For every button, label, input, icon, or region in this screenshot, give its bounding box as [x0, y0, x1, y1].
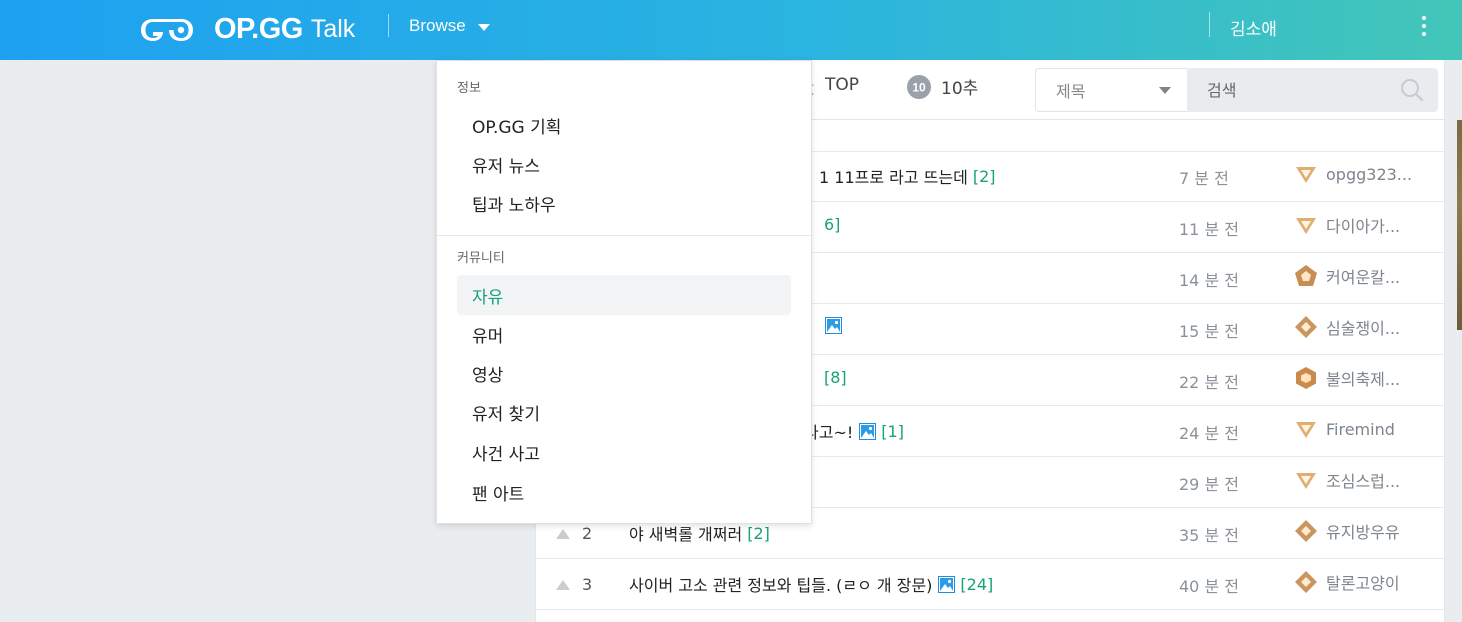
vote-count: 3 [582, 575, 593, 594]
upvote-arrow-icon [556, 528, 570, 539]
comment-count: [8] [824, 368, 847, 387]
browse-label: Browse [409, 16, 466, 35]
more-options-icon[interactable] [1414, 16, 1434, 36]
image-attachment-icon [938, 575, 956, 593]
top-header: OP.GG Talk Browse 김소애 [0, 0, 1462, 60]
comment-count: [2] [747, 523, 770, 543]
tier-badge-icon [1294, 315, 1318, 339]
post-row[interactable]: 3 사이버 고소 관련 정보와 팁들. (ㄹㅇ 개 장문) [24] 40 분 전 탈론… [536, 559, 1444, 610]
menu-item-tips[interactable]: 팁과 노하우 [457, 183, 791, 223]
tier-badge-icon [1294, 570, 1318, 594]
post-title-link[interactable] [819, 317, 847, 334]
chevron-down-icon [1159, 87, 1171, 94]
tab-top-label: TOP [825, 75, 860, 95]
post-author[interactable]: opgg323... [1294, 162, 1412, 186]
header-divider-right [1209, 12, 1210, 37]
logo-product-text: Talk [310, 15, 356, 43]
post-time: 15 분 전 [1179, 322, 1239, 341]
browse-dropdown-menu: 정보 OP.GG 기획 유저 뉴스 팁과 노하우 커뮤니티 자유 유머 영상 유… [436, 60, 812, 524]
post-author[interactable]: 유지방우유 [1294, 519, 1400, 543]
upvote-arrow-icon [556, 579, 570, 590]
search-type-select[interactable]: 제목 [1035, 68, 1187, 112]
vote-count: 2 [582, 524, 593, 543]
menu-item-free[interactable]: 자유 [457, 275, 791, 315]
author-name: 심술쟁이... [1326, 319, 1401, 338]
chevron-down-icon [477, 23, 490, 31]
svg-text:10: 10 [912, 80, 926, 94]
post-title-link[interactable]: [8] [819, 368, 847, 387]
search-input[interactable] [1207, 80, 1387, 100]
menu-item-user-news[interactable]: 유저 뉴스 [457, 144, 791, 184]
menu-section-community: 커뮤니티 [457, 251, 505, 266]
post-time: 22 분 전 [1179, 373, 1239, 392]
author-name: Firemind [1326, 419, 1395, 439]
search-icon[interactable] [1400, 78, 1424, 106]
tier-badge-icon [1294, 417, 1318, 441]
header-divider [388, 14, 389, 37]
post-time: 40 분 전 [1179, 577, 1239, 596]
post-author[interactable]: 커여운칼... [1294, 264, 1400, 288]
post-title-text: 1 11프로 라고 뜨는데 [819, 168, 968, 187]
post-title-link[interactable]: 라고~! [1] [804, 419, 904, 443]
post-time: 11 분 전 [1179, 220, 1239, 239]
tier-badge-icon [1294, 468, 1318, 492]
author-name: 유지방우유 [1326, 523, 1400, 542]
author-name: 조심스럽... [1326, 472, 1401, 491]
post-author[interactable]: 다이아가... [1294, 213, 1400, 237]
user-name[interactable]: 김소애 [1230, 15, 1277, 40]
tab-ten-recommend[interactable]: 10 10추 [907, 74, 978, 99]
post-title-link[interactable]: 야 새벽롤 개쩌러 [2] [629, 521, 770, 545]
tier-badge-icon [1294, 213, 1318, 237]
side-banner-image [1457, 120, 1462, 330]
opgg-talk-logo[interactable]: OP.GG Talk [138, 13, 355, 46]
menu-item-fan-art[interactable]: 팬 아트 [457, 472, 791, 512]
post-time: 14 분 전 [1179, 271, 1239, 290]
search-box [1187, 68, 1438, 112]
comment-count: [2] [972, 166, 996, 186]
post-time: 24 분 전 [1179, 424, 1239, 443]
post-author[interactable]: Firemind [1294, 417, 1395, 441]
comment-count: 6] [824, 215, 841, 234]
post-author[interactable]: 심술쟁이... [1294, 315, 1400, 339]
post-time: 35 분 전 [1179, 526, 1239, 545]
tab-ten-recommend-label: 10추 [941, 79, 979, 99]
image-attachment-icon [859, 422, 877, 440]
image-attachment-icon [825, 317, 842, 334]
author-name: opgg323... [1326, 164, 1413, 184]
comment-count: [24] [960, 574, 994, 594]
post-time: 7 분 전 [1179, 169, 1229, 188]
menu-item-incidents[interactable]: 사건 사고 [457, 432, 791, 472]
menu-divider [437, 235, 811, 236]
upvote[interactable]: 3 [556, 575, 592, 594]
comment-count: [1] [881, 421, 904, 441]
author-name: 커여운칼... [1326, 268, 1401, 287]
author-name: 다이아가... [1326, 217, 1401, 236]
post-author[interactable]: 탈론고양이 [1294, 570, 1400, 594]
post-author[interactable]: 불의축제... [1294, 366, 1400, 390]
logo-brand-text: OP.GG [214, 13, 303, 45]
menu-item-opgg-plan[interactable]: OP.GG 기획 [457, 105, 791, 145]
menu-item-video[interactable]: 영상 [457, 353, 791, 393]
upvote[interactable]: 2 [556, 524, 592, 543]
post-title-link[interactable]: 1 11프로 라고 뜨는데 [2] [819, 164, 996, 188]
menu-item-find-user[interactable]: 유저 찾기 [457, 392, 791, 432]
tier-badge-icon [1294, 162, 1318, 186]
tier-badge-icon [1294, 264, 1318, 288]
opgg-logo-icon [141, 18, 193, 41]
search-type-value: 제목 [1056, 82, 1086, 101]
tier-badge-icon [1294, 366, 1318, 390]
menu-section-info: 정보 [457, 81, 481, 96]
post-time: 29 분 전 [1179, 475, 1239, 494]
menu-item-humor[interactable]: 유머 [457, 314, 791, 354]
browse-menu-button[interactable]: Browse [409, 16, 490, 36]
post-title-link[interactable]: 6] [819, 215, 840, 234]
post-title-text: 야 새벽롤 개쩌러 [629, 525, 743, 544]
tier-badge-icon [1294, 519, 1318, 543]
post-title-text: 사이버 고소 관련 정보와 팁들. (ㄹㅇ 개 장문) [629, 576, 933, 595]
author-name: 탈론고양이 [1326, 574, 1400, 593]
post-author[interactable]: 조심스럽... [1294, 468, 1400, 492]
author-name: 불의축제... [1326, 370, 1401, 389]
ten-badge-icon: 10 [907, 74, 931, 99]
post-title-link[interactable]: 사이버 고소 관련 정보와 팁들. (ㄹㅇ 개 장문) [24] [629, 572, 993, 596]
